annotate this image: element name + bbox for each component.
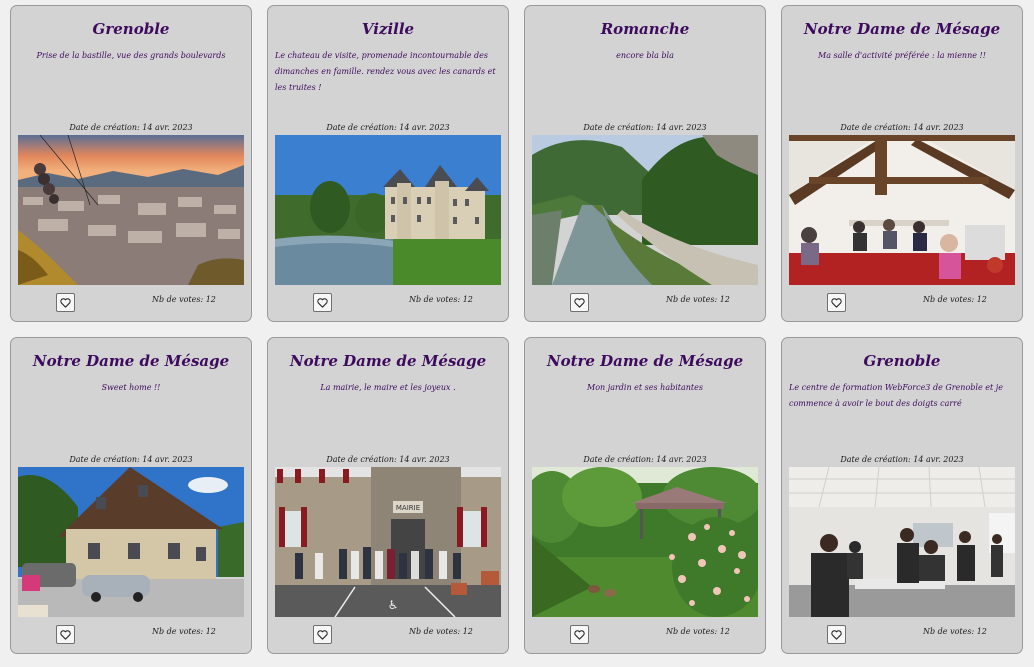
heart-outline-icon	[831, 297, 842, 308]
card-description: Ma salle d'activité préférée : la mienne…	[818, 51, 986, 60]
card-date: Date de création: 14 avr. 2023	[326, 455, 450, 464]
card-description: Le centre de formation WebForce3 de Gren…	[789, 383, 1003, 408]
heart-outline-icon	[574, 629, 585, 640]
like-button[interactable]	[313, 293, 332, 312]
card-description: encore bla bla	[616, 51, 674, 60]
card-votes: Nb de votes: 12	[666, 295, 730, 304]
post-card: Notre Dame de Mésage Mon jardin et ses h…	[524, 337, 766, 654]
post-card: Romanche encore bla bla Date de création…	[524, 5, 766, 322]
like-button[interactable]	[56, 625, 75, 644]
card-date: Date de création: 14 avr. 2023	[583, 123, 707, 132]
card-description: Sweet home !!	[101, 383, 161, 392]
heart-outline-icon	[60, 629, 71, 640]
card-votes: Nb de votes: 12	[152, 627, 216, 636]
heart-outline-icon	[60, 297, 71, 308]
like-button[interactable]	[570, 293, 589, 312]
card-title: Notre Dame de Mésage	[32, 352, 230, 370]
heart-outline-icon	[831, 629, 842, 640]
card-title: Grenoble	[92, 20, 170, 38]
card-date: Date de création: 14 avr. 2023	[326, 123, 450, 132]
card-photo: MAIRIE ♿	[275, 467, 501, 617]
card-description: Mon jardin et ses habitantes	[587, 383, 703, 392]
card-votes: Nb de votes: 12	[409, 295, 473, 304]
card-photo	[18, 467, 244, 617]
card-date: Date de création: 14 avr. 2023	[69, 123, 193, 132]
post-card: Vizille Le chateau de visite, promenade …	[267, 5, 509, 322]
card-title: Notre Dame de Mésage	[803, 20, 1001, 38]
card-title: Vizille	[361, 20, 415, 38]
card-date: Date de création: 14 avr. 2023	[840, 455, 964, 464]
heart-outline-icon	[317, 629, 328, 640]
svg-text:MAIRIE: MAIRIE	[396, 504, 420, 512]
heart-outline-icon	[317, 297, 328, 308]
card-photo	[789, 135, 1015, 285]
card-photo	[275, 135, 501, 285]
posts-grid: Grenoble Prise de la bastille, vue des g…	[10, 5, 1023, 654]
card-date: Date de création: 14 avr. 2023	[69, 455, 193, 464]
heart-outline-icon	[574, 297, 585, 308]
like-button[interactable]	[313, 625, 332, 644]
post-card: Notre Dame de Mésage Ma salle d'activité…	[781, 5, 1023, 322]
card-date: Date de création: 14 avr. 2023	[583, 455, 707, 464]
like-button[interactable]	[570, 625, 589, 644]
card-votes: Nb de votes: 12	[152, 295, 216, 304]
card-votes: Nb de votes: 12	[923, 295, 987, 304]
card-photo	[532, 135, 758, 285]
card-date: Date de création: 14 avr. 2023	[840, 123, 964, 132]
card-photo	[532, 467, 758, 617]
like-button[interactable]	[56, 293, 75, 312]
card-title: Notre Dame de Mésage	[546, 352, 744, 370]
post-card: Notre Dame de Mésage Sweet home !! Date …	[10, 337, 252, 654]
post-card: Notre Dame de Mésage La mairie, le maire…	[267, 337, 509, 654]
post-card: Grenoble Prise de la bastille, vue des g…	[10, 5, 252, 322]
card-description: Le chateau de visite, promenade incontou…	[275, 51, 496, 92]
card-title: Notre Dame de Mésage	[289, 352, 487, 370]
post-card: Grenoble Le centre de formation WebForce…	[781, 337, 1023, 654]
card-description: Prise de la bastille, vue des grands bou…	[36, 51, 226, 60]
like-button[interactable]	[827, 625, 846, 644]
card-title: Grenoble	[863, 352, 941, 370]
card-description: La mairie, le maire et les joyeux .	[320, 383, 456, 392]
card-votes: Nb de votes: 12	[409, 627, 473, 636]
like-button[interactable]	[827, 293, 846, 312]
svg-text:♿: ♿	[388, 598, 399, 612]
card-photo	[789, 467, 1015, 617]
card-votes: Nb de votes: 12	[923, 627, 987, 636]
card-title: Romanche	[600, 20, 690, 38]
card-photo	[18, 135, 244, 285]
card-votes: Nb de votes: 12	[666, 627, 730, 636]
